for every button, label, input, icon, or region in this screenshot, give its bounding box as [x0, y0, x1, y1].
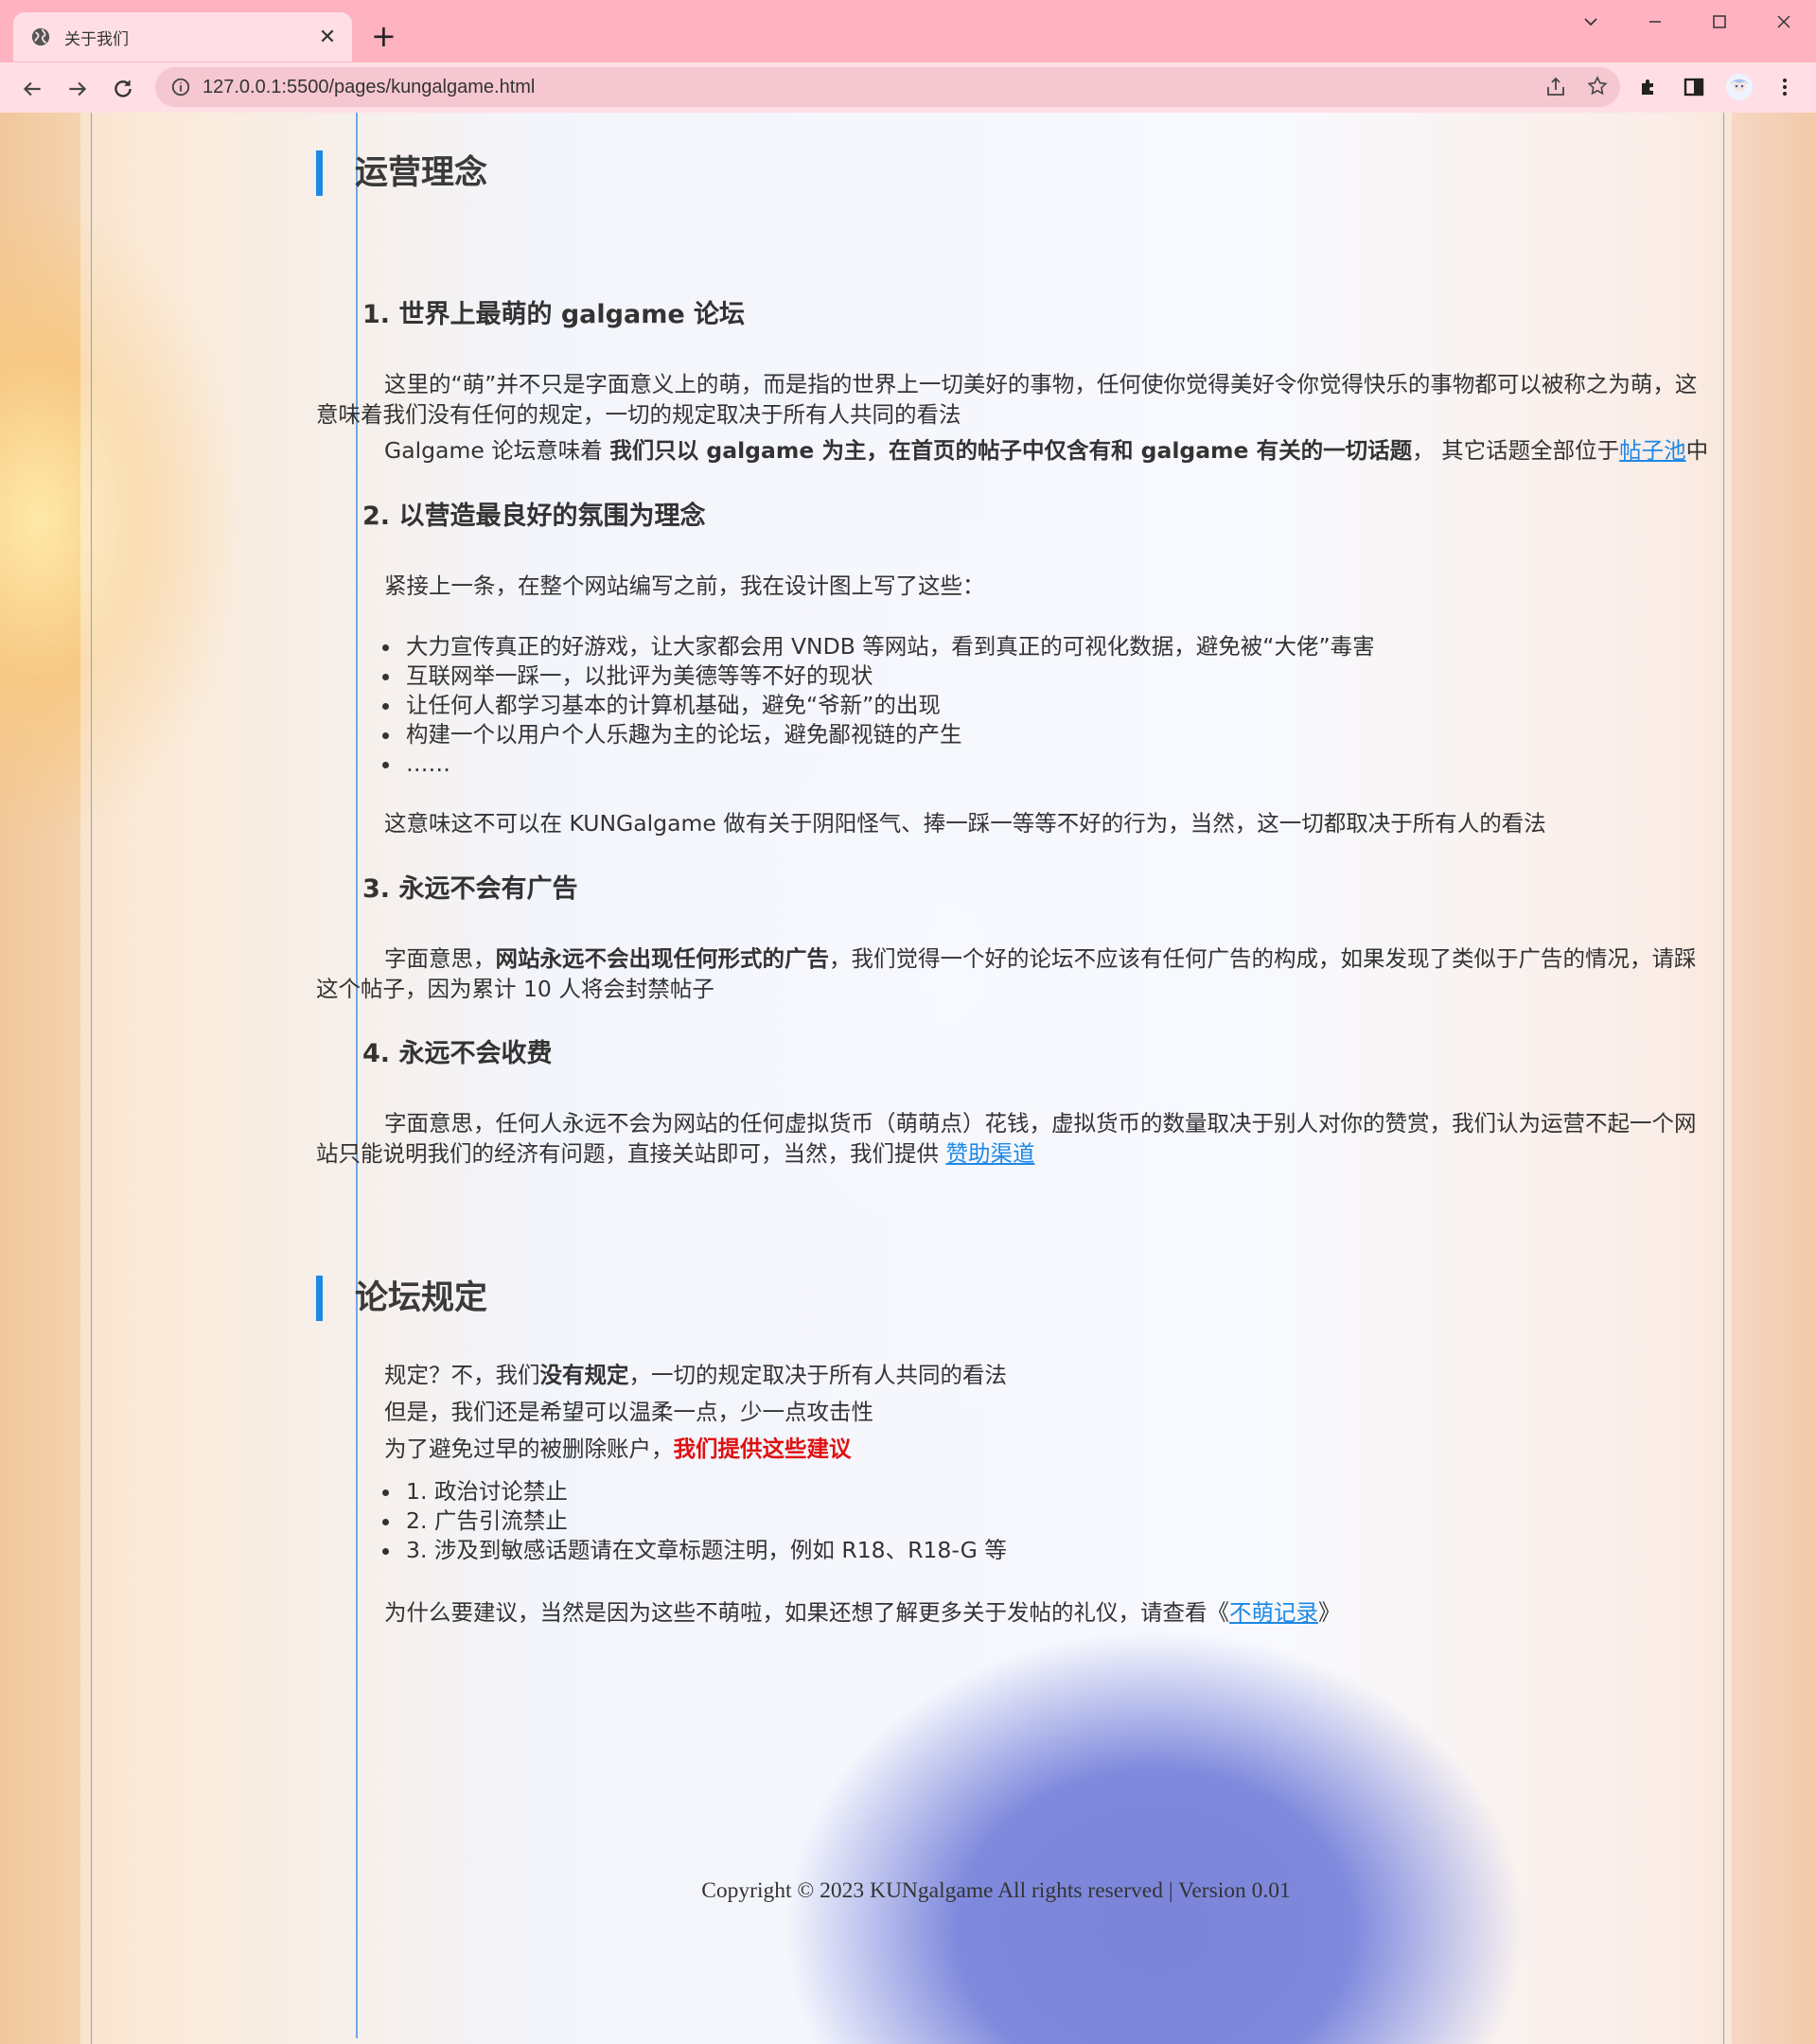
rules-line-3-pre: 为了避免过早的被删除账户， — [384, 1436, 674, 1462]
rules-list: 1. 政治讨论禁止2. 广告引流禁止3. 涉及到敏感话题请在文章标题注明，例如 … — [362, 1477, 1007, 1565]
item-heading-2: 2. 以营造最良好的氛围为理念 — [362, 502, 706, 531]
chevron-down-icon — [1584, 18, 1597, 26]
item-line-1: Galgame 论坛意味着 我们只以 galgame 为主，在首页的帖子中仅含有… — [384, 435, 1708, 466]
maximize-icon — [1713, 15, 1726, 28]
close-icon — [1777, 15, 1790, 28]
browser-tab[interactable]: 关于我们 ✕ — [13, 12, 352, 62]
no-ads-pre: 字面意思， — [384, 945, 496, 972]
suggestions-highlight: 我们提供这些建议 — [673, 1436, 852, 1462]
forward-button[interactable] — [61, 72, 95, 106]
tab-search-button[interactable] — [1559, 0, 1623, 44]
bookmark-star-icon[interactable] — [1586, 75, 1609, 97]
side-panel-icon — [1684, 78, 1704, 97]
new-tab-button[interactable]: + — [371, 21, 397, 51]
avatar-icon — [1726, 74, 1753, 100]
maximize-button[interactable] — [1687, 0, 1752, 44]
browser-chrome: 关于我们 ✕ + 127.0.0.1:5500/pages/kungalgame… — [0, 0, 1816, 113]
rules-outro-post: 》 — [1318, 1599, 1341, 1626]
rules-outro-pre: 为什么要建议，当然是因为这些不萌啦，如果还想了解更多关于发帖的礼仪，请查看《 — [384, 1599, 1229, 1626]
rules-line-1-pre: 规定？不，我们 — [384, 1362, 540, 1388]
item-paragraph-1: 这里的“萌”并不只是字面意义上的萌，而是指的世界上一切美好的事物，任何使你觉得美… — [316, 371, 1698, 428]
not-cute-record-link[interactable]: 不萌记录 — [1229, 1599, 1318, 1626]
footer-copyright: Copyright © 2023 KUNgalgame All rights r… — [701, 1878, 1291, 1903]
rules-outro: 为什么要建议，当然是因为这些不萌啦，如果还想了解更多关于发帖的礼仪，请查看《不萌… — [384, 1597, 1341, 1628]
ideas-list: 大力宣传真正的好游戏，让大家都会用 VNDB 等网站，看到真正的可视化数据，避免… — [362, 632, 1375, 779]
section-title-rules: 论坛规定 — [316, 1276, 487, 1321]
rules-line-1-post: ，一切的规定取决于所有人共同的看法 — [628, 1362, 1008, 1388]
rule-item: 3. 涉及到敏感话题请在文章标题注明，例如 R18、R18-G 等 — [402, 1536, 1007, 1565]
no-ads-bold: 网站永远不会出现任何形式的广告 — [495, 945, 830, 972]
list-item: 构建一个以用户个人乐趣为主的论坛，避免鄙视链的产生 — [402, 720, 1375, 749]
back-button[interactable] — [15, 72, 49, 106]
list-item: 让任何人都学习基本的计算机基础，避免“爷新”的出现 — [402, 691, 1375, 720]
sponsor-link[interactable]: 赞助渠道 — [945, 1140, 1034, 1167]
rules-line-2: 但是，我们还是希望可以温柔一点，少一点攻击性 — [384, 1399, 873, 1425]
tab-title: 关于我们 — [64, 29, 129, 48]
galgame-text: Galgame 论坛意味着 — [384, 437, 610, 464]
section-title-operation: 运营理念 — [316, 150, 487, 196]
arrow-right-icon — [69, 81, 87, 97]
item-heading-1: 1. 世界上最萌的 galgame 论坛 — [362, 300, 746, 329]
reload-button[interactable] — [106, 72, 140, 106]
side-panel-button[interactable] — [1679, 72, 1709, 102]
share-icon[interactable] — [1544, 76, 1567, 98]
rule-item: 2. 广告引流禁止 — [402, 1507, 1007, 1536]
profile-avatar[interactable] — [1724, 72, 1754, 102]
tab-close-button[interactable]: ✕ — [314, 24, 341, 50]
galgame-bold-text: 我们只以 galgame 为主，在首页的帖子中仅含有和 galgame 有关的一… — [609, 437, 1413, 464]
kebab-menu-icon — [1783, 79, 1787, 96]
list-item: 互联网举一踩一，以批评为美德等等不好的现状 — [402, 661, 1375, 691]
browser-menu-button[interactable] — [1770, 72, 1800, 102]
item-paragraph-4: 字面意思，任何人永远不会为网站的任何虚拟货币（萌萌点）花钱，虚拟货币的数量取决于… — [316, 1108, 1702, 1169]
browser-toolbar: 127.0.0.1:5500/pages/kungalgame.html — [0, 62, 1816, 113]
info-icon[interactable] — [170, 77, 191, 97]
url-text[interactable]: 127.0.0.1:5500/pages/kungalgame.html — [203, 77, 535, 98]
rules-line-1: 规定？不，我们没有规定，一切的规定取决于所有人共同的看法 — [384, 1360, 1007, 1390]
post-pool-link[interactable]: 帖子池 — [1619, 437, 1686, 464]
suffix-text: 中 — [1685, 437, 1709, 464]
arrow-left-icon — [23, 81, 41, 97]
rule-item: 1. 政治讨论禁止 — [402, 1477, 1007, 1507]
rules-line-1-bold: 没有规定 — [539, 1362, 629, 1388]
item-intro-2: 紧接上一条，在整个网站编写之前，我在设计图上写了这些： — [384, 573, 985, 599]
puzzle-icon — [1642, 79, 1653, 95]
item-heading-3: 3. 永远不会有广告 — [362, 874, 578, 904]
extensions-button[interactable] — [1633, 72, 1664, 102]
address-bar[interactable]: 127.0.0.1:5500/pages/kungalgame.html — [155, 67, 1620, 107]
globe-icon — [31, 27, 50, 46]
item-outro-2: 这意味这不可以在 KUNGalgame 做有关于阴阳怪气、捧一踩一等等不好的行为… — [384, 810, 1546, 837]
item-heading-4: 4. 永远不会收费 — [362, 1039, 553, 1068]
item-paragraph-3: 字面意思，网站永远不会出现任何形式的广告，我们觉得一个好的论坛不应该有任何广告的… — [316, 943, 1702, 1004]
rules-line-3: 为了避免过早的被删除账户，我们提供这些建议 — [384, 1434, 852, 1464]
other-topics-text: ， 其它话题全部位于 — [1412, 437, 1620, 464]
minimize-icon — [1649, 21, 1661, 23]
list-item: 大力宣传真正的好游戏，让大家都会用 VNDB 等网站，看到真正的可视化数据，避免… — [402, 632, 1375, 661]
close-window-button[interactable] — [1752, 0, 1816, 44]
minimize-button[interactable] — [1623, 0, 1687, 44]
reload-icon — [115, 79, 132, 97]
list-item: …… — [402, 749, 1375, 779]
page-viewport[interactable]: 运营理念 1. 世界上最萌的 galgame 论坛 这里的“萌”并不只是字面意义… — [0, 113, 1816, 2044]
